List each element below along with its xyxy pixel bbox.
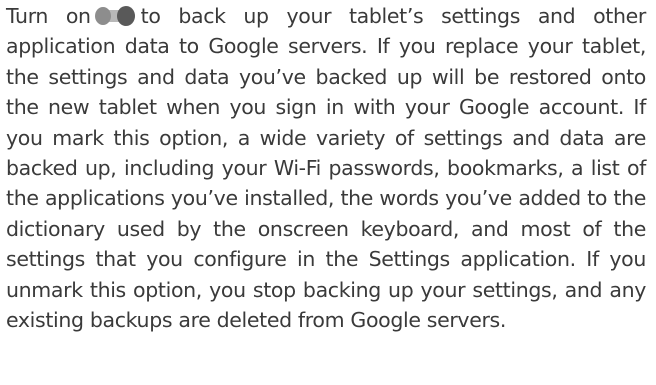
toggle-switch-icon bbox=[94, 6, 137, 26]
toggle-thumb-shadow bbox=[94, 7, 111, 25]
paragraph-body: to back up your tablet’s settings and ot… bbox=[6, 4, 646, 333]
document-page: Turn on to back up your tablet’s settings… bbox=[0, 0, 656, 385]
toggle-thumb bbox=[116, 6, 135, 26]
backup-description-paragraph: Turn on to back up your tablet’s settings… bbox=[6, 0, 646, 335]
paragraph-lead: Turn on bbox=[6, 4, 91, 28]
